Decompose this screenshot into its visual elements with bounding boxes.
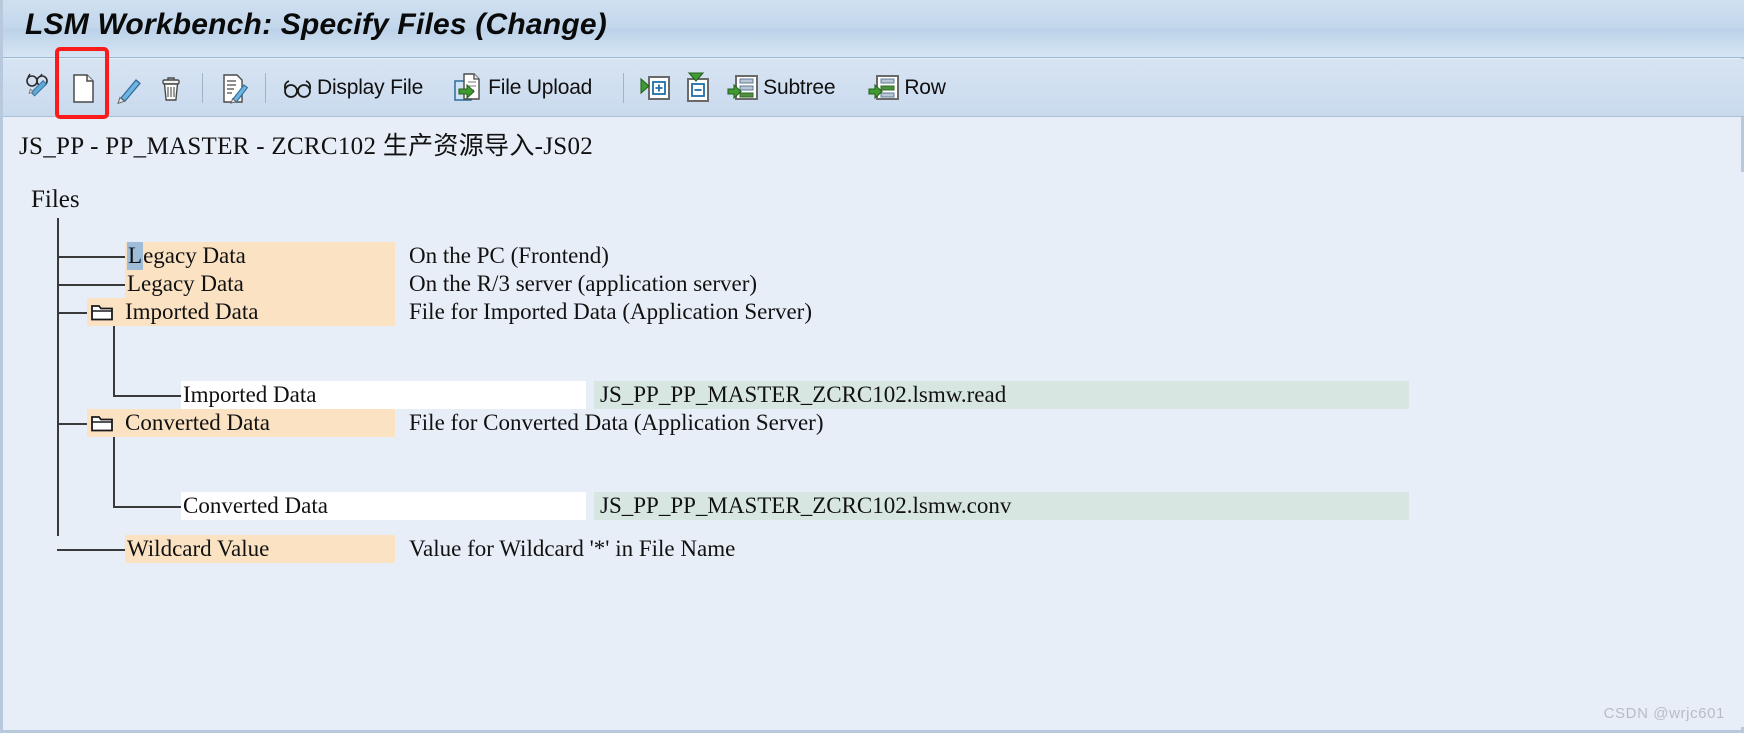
lsmw-window: LSM Workbench: Specify Files (Change) Di… [0,0,1744,733]
selected-character: L [127,242,144,270]
tree-node-label-rest: egacy Data [143,243,246,268]
tree-node-label[interactable]: Converted Data [117,409,395,437]
tree-node-description: File for Converted Data (Application Ser… [409,410,824,435]
display-file-button[interactable]: Display File [275,66,428,110]
breadcrumb: JS_PP - PP_MASTER - ZCRC102 生产资源导入-JS02 [19,133,594,160]
toolbar-separator [623,72,625,103]
subtree-button[interactable]: Subtree [721,66,840,110]
create-button[interactable] [61,66,105,110]
tree-trunk-line [57,218,59,536]
tree-branch-line [113,506,181,508]
tree-node-label[interactable]: Wildcard Value [125,535,395,563]
expand-node-button[interactable] [633,66,677,110]
tree-branch-line [57,549,125,551]
watermark: CSDN @wrjc601 [1603,705,1725,722]
display-file-label: Display File [317,75,424,99]
file-name-value[interactable]: JS_PP_PP_MASTER_ZCRC102.lsmw.conv [594,492,1409,520]
tree-branch-line [57,284,125,286]
tree-branch-line [113,395,181,397]
edit-document-button[interactable] [212,66,256,110]
collapse-node-button[interactable] [677,66,721,110]
tree-branch-line [57,423,87,425]
row-button[interactable]: Row [862,66,950,110]
glasses-icon [280,71,314,105]
glasses-pencil-icon [22,71,56,105]
tree-root-label: Files [31,186,80,213]
tree-child-line [113,437,115,507]
file-tree: Files Legacy Data On the PC (Frontend) L… [6,172,1744,727]
file-name-value[interactable]: JS_PP_PP_MASTER_ZCRC102.lsmw.read [594,381,1409,409]
delete-button[interactable] [149,66,193,110]
folder-icon[interactable] [87,409,117,437]
tree-node-label[interactable]: Converted Data [181,492,586,520]
change-button[interactable] [105,66,149,110]
tree-node-label[interactable]: Legacy Data [125,242,395,270]
display-change-button[interactable] [17,66,61,110]
row-label: Row [904,75,946,99]
tree-node-description: On the R/3 server (application server) [409,271,758,296]
collapse-node-icon [682,71,716,105]
tree-branch-line [57,312,87,314]
title-bar: LSM Workbench: Specify Files (Change) [3,0,1744,58]
file-upload-icon [451,71,485,105]
pencil-icon [110,71,144,105]
tree-node-description: File for Imported Data (Application Serv… [409,299,813,324]
expand-node-icon [638,71,672,105]
folder-icon[interactable] [87,298,117,326]
tree-branch-line [57,256,125,258]
tree-node-label[interactable]: Legacy Data [125,270,395,298]
subtree-label: Subtree [763,75,836,99]
tree-node-description: Value for Wildcard '*' in File Name [409,536,736,561]
subtree-icon [726,71,760,105]
window-title: LSM Workbench: Specify Files (Change) [25,8,607,41]
tree-child-line [113,326,115,396]
edit-document-icon [217,71,251,105]
toolbar-separator [265,72,266,103]
tree-node-label[interactable]: Imported Data [117,298,395,326]
file-upload-label: File Upload [488,75,593,99]
toolbar-separator [202,72,203,103]
trash-icon [154,71,188,105]
tree-node-description: On the PC (Frontend) [409,243,609,268]
tree-node-label[interactable]: Imported Data [181,381,586,409]
new-document-icon [66,71,100,105]
toolbar: Display File File Upload Subtree Row [3,59,1744,117]
row-icon [867,71,901,105]
file-upload-button[interactable]: File Upload [446,66,597,110]
